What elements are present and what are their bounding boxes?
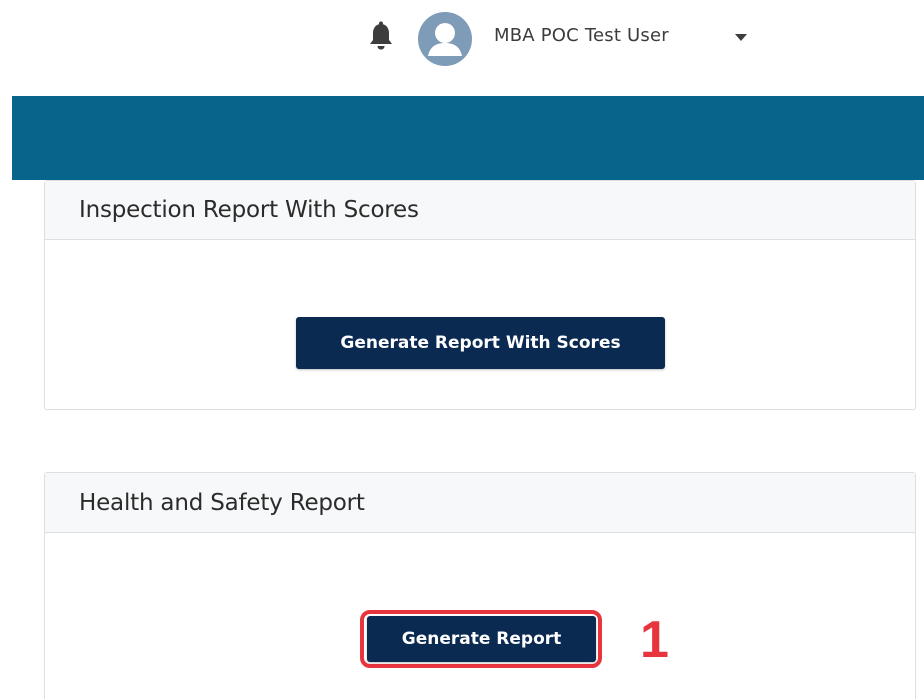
user-name[interactable]: MBA POC Test User — [494, 24, 669, 48]
health-safety-report-card: Health and Safety Report Generate Report — [44, 472, 916, 699]
caret-down-icon[interactable] — [733, 30, 749, 44]
navigation-bar — [12, 96, 924, 180]
card-header: Inspection Report With Scores — [45, 181, 915, 240]
annotation-step-number: 1 — [640, 611, 669, 669]
top-header: MBA POC Test User — [0, 0, 924, 96]
page: MBA POC Test User Inspection Report With… — [0, 0, 924, 699]
card-title: Health and Safety Report — [79, 489, 365, 516]
inspection-report-card: Inspection Report With Scores Generate R… — [44, 180, 916, 410]
user-avatar-icon[interactable] — [418, 12, 472, 66]
card-header: Health and Safety Report — [45, 473, 915, 533]
generate-report-with-scores-button[interactable]: Generate Report With Scores — [296, 317, 665, 369]
generate-report-button[interactable]: Generate Report — [367, 616, 596, 662]
bell-icon[interactable] — [366, 21, 396, 51]
card-title: Inspection Report With Scores — [79, 197, 419, 223]
